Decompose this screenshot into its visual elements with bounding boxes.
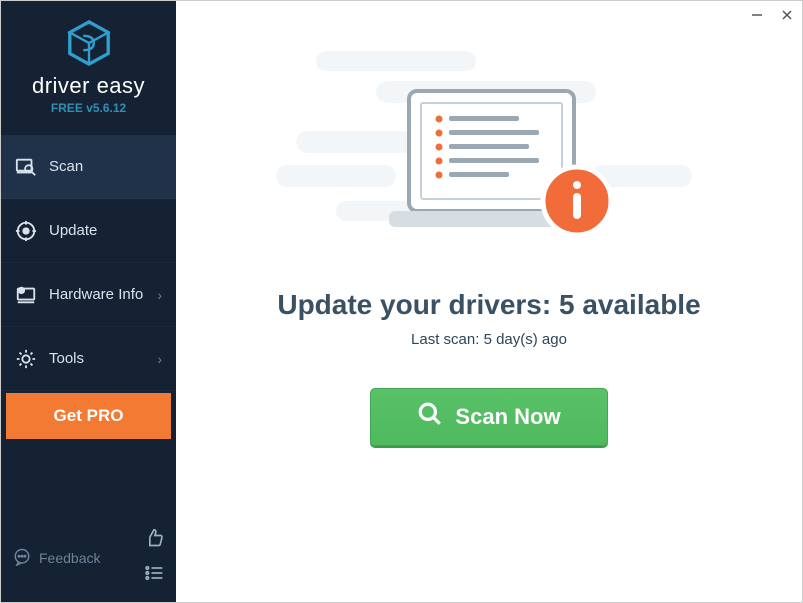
- minimize-button[interactable]: [742, 1, 772, 29]
- scan-icon: [15, 156, 37, 178]
- sidebar-bottom: Feedback: [1, 518, 176, 602]
- last-scan-text: Last scan: 5 day(s) ago: [411, 331, 567, 348]
- magnifier-icon: [417, 401, 443, 433]
- hardware-info-icon: i: [15, 284, 37, 306]
- tools-icon: [15, 348, 37, 370]
- scan-now-button[interactable]: Scan Now: [370, 388, 608, 446]
- sidebar-item-update[interactable]: Update: [1, 199, 176, 263]
- chevron-right-icon: ›: [157, 351, 162, 367]
- sidebar-item-label: Hardware Info: [49, 286, 143, 303]
- sidebar-item-label: Tools: [49, 350, 84, 367]
- svg-text:i: i: [21, 288, 22, 293]
- brand-name: driver easy: [1, 73, 176, 99]
- feedback-label: Feedback: [39, 550, 100, 566]
- sidebar-item-scan[interactable]: Scan: [1, 135, 176, 199]
- window-controls: [742, 1, 802, 29]
- laptop-illustration: [339, 71, 639, 271]
- chevron-right-icon: ›: [157, 287, 162, 303]
- headline-prefix: Update your drivers:: [277, 289, 559, 320]
- brand-version: FREE v5.6.12: [1, 101, 176, 115]
- app-window: driver easy FREE v5.6.12 Scan: [0, 0, 803, 603]
- sidebar-item-tools[interactable]: Tools ›: [1, 327, 176, 391]
- brand-logo-icon: [65, 19, 113, 67]
- close-button[interactable]: [772, 1, 802, 29]
- sidebar-nav: Scan Update i: [1, 135, 176, 391]
- chat-icon: [13, 548, 31, 569]
- headline-suffix: available: [575, 289, 701, 320]
- sidebar-item-label: Scan: [49, 158, 83, 175]
- update-icon: [15, 220, 37, 242]
- headline: Update your drivers: 5 available: [277, 289, 700, 321]
- headline-count: 5: [559, 289, 575, 320]
- main-panel: Update your drivers: 5 available Last sc…: [176, 1, 802, 602]
- last-scan-value: 5 day(s) ago: [484, 331, 567, 348]
- feedback-button[interactable]: Feedback: [13, 548, 100, 569]
- brand-block: driver easy FREE v5.6.12: [1, 1, 176, 125]
- sidebar-item-label: Update: [49, 222, 97, 239]
- thumbs-up-icon[interactable]: [144, 528, 164, 553]
- sidebar-item-hardware-info[interactable]: i Hardware Info ›: [1, 263, 176, 327]
- sidebar: driver easy FREE v5.6.12 Scan: [1, 1, 176, 602]
- get-pro-button[interactable]: Get PRO: [6, 393, 171, 439]
- get-pro-label: Get PRO: [54, 406, 124, 426]
- scan-now-label: Scan Now: [455, 404, 560, 430]
- last-scan-prefix: Last scan:: [411, 331, 484, 348]
- list-icon[interactable]: [144, 563, 164, 588]
